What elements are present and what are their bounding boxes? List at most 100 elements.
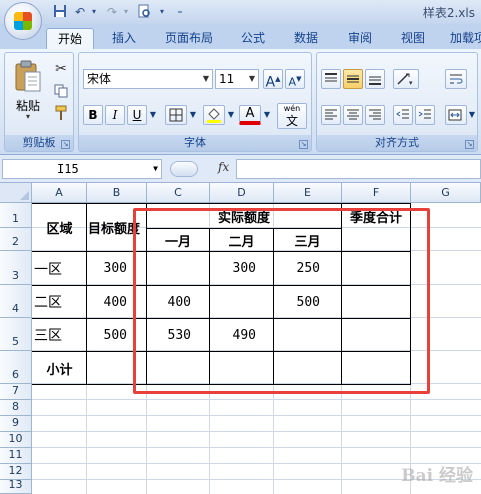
font-launcher-icon[interactable]: ↘ [299, 140, 308, 149]
row-header-6[interactable]: 6 [0, 351, 32, 384]
print-preview-icon[interactable] [136, 4, 152, 20]
align-center-icon [347, 109, 359, 120]
align-left-icon [325, 109, 337, 120]
cell-a5[interactable]: 三区 [34, 319, 86, 351]
gridline [32, 399, 481, 400]
phonetic-pinyin: wén [283, 104, 301, 113]
font-color-dropdown-icon[interactable]: ▼ [261, 105, 273, 125]
customize-icon[interactable]: ₌ [172, 4, 188, 20]
merge-center-icon [448, 109, 462, 121]
merge-dropdown-icon[interactable]: ▼ [467, 105, 477, 125]
column-header-d[interactable]: D [210, 183, 274, 203]
row-header-11[interactable]: 11 [0, 448, 32, 464]
row-header-7[interactable]: 7 [0, 384, 32, 400]
column-header-b[interactable]: B [87, 183, 147, 203]
cell-a3[interactable]: 一区 [34, 252, 86, 285]
quick-access-dropdown-icon[interactable]: ▾ [154, 4, 170, 20]
borders-icon [169, 108, 183, 122]
grow-font-button[interactable]: A▲ [263, 69, 283, 91]
tab-data[interactable]: 数据 [284, 28, 328, 49]
paste-dropdown-icon: ▾ [25, 112, 30, 121]
align-bottom-button[interactable] [365, 69, 385, 89]
underline-dropdown-icon[interactable]: ▼ [147, 105, 159, 125]
cell-a6[interactable]: 小计 [33, 352, 86, 384]
column-header-f[interactable]: F [342, 183, 411, 203]
formula-input[interactable] [236, 159, 481, 179]
tab-formulas[interactable]: 公式 [232, 28, 274, 49]
tab-add-ins[interactable]: 加载项 [444, 28, 481, 49]
decrease-indent-button[interactable] [393, 105, 413, 125]
undo-dropdown-icon[interactable]: ▾ [86, 4, 102, 20]
tab-insert[interactable]: 插入 [104, 28, 144, 49]
window-title: 样表2.xls [422, 6, 475, 20]
orientation-button[interactable]: ▾ [393, 69, 419, 89]
tab-review[interactable]: 审阅 [338, 28, 382, 49]
copy-icon[interactable] [51, 81, 71, 101]
align-top-button[interactable] [321, 69, 341, 89]
cut-icon[interactable]: ✂ [51, 59, 71, 79]
row-header-9[interactable]: 9 [0, 416, 32, 432]
row-header-2[interactable]: 2 [0, 228, 32, 251]
tab-home[interactable]: 开始 [46, 28, 94, 49]
phonetic-button[interactable]: wén 文 [277, 103, 307, 129]
merge-center-button[interactable] [445, 105, 467, 125]
watermark: Bai 经验 [401, 466, 473, 486]
row-header-13[interactable]: 13 [0, 478, 32, 494]
underline-button[interactable]: U [127, 105, 147, 125]
clipboard-launcher-icon[interactable]: ↘ [61, 140, 70, 149]
bold-button[interactable]: B [83, 105, 103, 125]
column-header-a[interactable]: A [32, 183, 87, 203]
office-button[interactable] [4, 2, 42, 40]
gridline [32, 415, 481, 416]
row-header-3[interactable]: 3 [0, 251, 32, 285]
row-header-4[interactable]: 4 [0, 285, 32, 318]
shrink-font-button[interactable]: A▼ [285, 69, 305, 89]
font-group: 宋体 ▼ 11 ▼ A▲ A▼ B I U ▼ ▼ ▼ A ▼ wén 文 字体… [78, 52, 312, 152]
wrap-text-button[interactable] [445, 69, 467, 89]
cell-b5[interactable]: 500 [87, 319, 127, 351]
formula-bar-handle[interactable] [170, 161, 198, 177]
fill-color-button[interactable] [203, 105, 225, 125]
align-middle-button[interactable] [343, 69, 363, 89]
name-box[interactable]: I15 ▼ [2, 159, 162, 179]
font-color-button[interactable]: A [239, 105, 261, 125]
row-header-8[interactable]: 8 [0, 400, 32, 416]
align-right-button[interactable] [365, 105, 385, 125]
redo-dropdown-icon[interactable]: ▾ [118, 4, 134, 20]
save-icon[interactable] [52, 4, 68, 20]
borders-dropdown-icon[interactable]: ▼ [187, 105, 199, 125]
column-header-g[interactable]: G [411, 183, 481, 203]
tab-page-layout[interactable]: 页面布局 [156, 28, 222, 49]
ribbon: 粘贴 ▾ ✂ 剪贴板 ↘ 宋体 ▼ 11 ▼ A▲ A▼ B I U ▼ ▼ ▼… [0, 49, 481, 155]
row-header-5[interactable]: 5 [0, 318, 32, 351]
format-painter-icon[interactable] [51, 103, 71, 123]
align-left-button[interactable] [321, 105, 341, 125]
italic-button[interactable]: I [105, 105, 125, 125]
insert-function-icon[interactable]: fx [218, 160, 229, 174]
row-header-10[interactable]: 10 [0, 432, 32, 448]
borders-button[interactable] [165, 105, 187, 125]
paste-button[interactable]: 粘贴 ▾ [9, 57, 47, 121]
font-name-select[interactable]: 宋体 ▼ [83, 69, 213, 89]
cell-a4[interactable]: 二区 [34, 286, 86, 318]
gridline [32, 431, 481, 432]
fill-color-dropdown-icon[interactable]: ▼ [225, 105, 237, 125]
alignment-launcher-icon[interactable]: ↘ [465, 140, 474, 149]
row-header-1[interactable]: 1 [0, 203, 32, 228]
cell-b3[interactable]: 300 [87, 252, 127, 285]
tab-view[interactable]: 视图 [392, 28, 434, 49]
align-bottom-icon [369, 76, 381, 85]
font-size-dropdown-icon: ▼ [248, 74, 255, 83]
column-header-c[interactable]: C [147, 183, 210, 203]
clipboard-group: 粘贴 ▾ ✂ 剪贴板 ↘ [4, 52, 74, 152]
increase-indent-button[interactable] [415, 105, 435, 125]
alignment-group: ▾ ▼ 对齐方式 ↘ [316, 52, 478, 152]
cell-a1[interactable]: 区域 [33, 204, 86, 251]
align-center-button[interactable] [343, 105, 363, 125]
decrease-indent-icon [396, 109, 409, 119]
font-size-select[interactable]: 11 ▼ [215, 69, 259, 89]
cell-b4[interactable]: 400 [87, 286, 127, 318]
fill-bucket-icon [207, 108, 221, 123]
select-all-button[interactable] [0, 183, 32, 203]
column-header-e[interactable]: E [274, 183, 342, 203]
